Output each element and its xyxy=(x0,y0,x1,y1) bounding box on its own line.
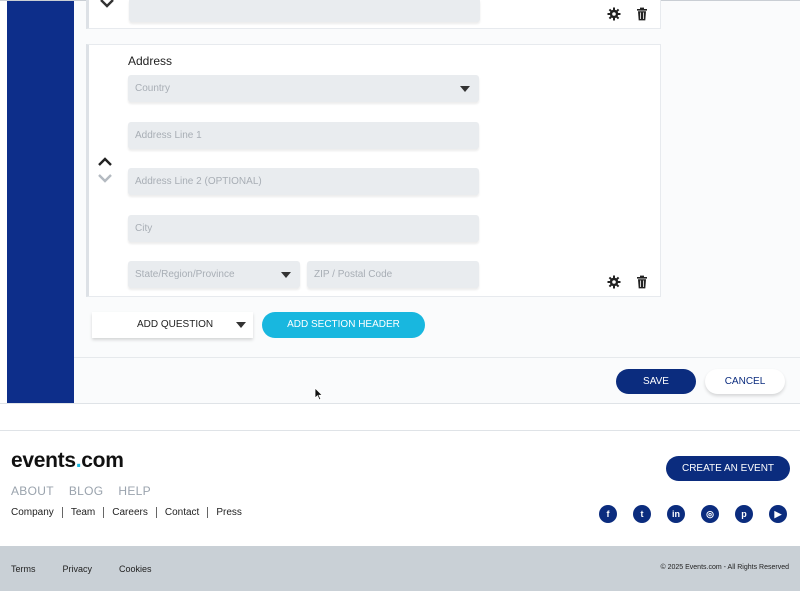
legal-links: Terms Privacy Cookies xyxy=(11,564,152,574)
instagram-icon[interactable]: ◎ xyxy=(701,505,719,523)
address-line-1-placeholder: Address Line 1 xyxy=(135,130,202,141)
mouse-cursor-icon xyxy=(314,387,324,401)
logo-text: events xyxy=(11,449,76,472)
events-logo[interactable]: events.com xyxy=(11,449,124,473)
trash-icon[interactable] xyxy=(635,7,649,21)
footer-main-nav: ABOUT BLOG HELP xyxy=(11,484,151,498)
add-question-dropdown[interactable]: ADD QUESTION xyxy=(92,312,253,338)
twitter-icon[interactable]: t xyxy=(633,505,651,523)
caret-down-icon xyxy=(236,322,246,328)
privacy-link[interactable]: Privacy xyxy=(63,564,93,574)
divider xyxy=(74,357,800,358)
copyright-text: © 2025 Events.com - All Rights Reserved xyxy=(660,564,790,571)
chevron-down-icon[interactable] xyxy=(97,173,113,183)
add-question-label: ADD QUESTION xyxy=(137,319,214,330)
cancel-button[interactable]: CANCEL xyxy=(705,369,785,394)
caret-down-icon xyxy=(460,86,470,92)
footer-link-team[interactable]: Team xyxy=(61,507,103,518)
footer-link-contact[interactable]: Contact xyxy=(155,507,207,518)
legal-bar: Terms Privacy Cookies © 2025 Events.com … xyxy=(0,546,800,591)
address-question-card: Address Country Address Line 1 Address L… xyxy=(86,44,661,297)
city-placeholder: City xyxy=(135,223,153,234)
city-field[interactable]: City xyxy=(128,215,479,242)
footer-link-about[interactable]: ABOUT xyxy=(11,484,54,498)
caret-down-icon xyxy=(281,272,291,278)
divider xyxy=(0,430,800,431)
cookies-link[interactable]: Cookies xyxy=(119,564,152,574)
address-title: Address xyxy=(128,54,173,68)
state-placeholder: State/Region/Province xyxy=(135,269,235,280)
zip-placeholder: ZIP / Postal Code xyxy=(314,269,393,280)
trash-icon[interactable] xyxy=(635,275,649,289)
gear-icon[interactable] xyxy=(607,275,621,289)
question-card-previous xyxy=(86,0,661,29)
save-button[interactable]: SAVE xyxy=(616,369,696,394)
form-builder: Address Country Address Line 1 Address L… xyxy=(0,0,800,404)
address-line-1-field[interactable]: Address Line 1 xyxy=(128,122,479,149)
address-line-2-placeholder: Address Line 2 (OPTIONAL) xyxy=(135,176,262,187)
state-select[interactable]: State/Region/Province xyxy=(128,261,300,288)
page: Address Country Address Line 1 Address L… xyxy=(0,0,800,591)
footer-link-blog[interactable]: BLOG xyxy=(69,484,104,498)
facebook-icon[interactable]: f xyxy=(599,505,617,523)
terms-link[interactable]: Terms xyxy=(11,564,36,574)
country-select[interactable]: Country xyxy=(128,75,479,102)
logo-text: com xyxy=(81,449,124,472)
linkedin-icon[interactable]: in xyxy=(667,505,685,523)
footer-link-company[interactable]: Company xyxy=(11,507,62,518)
previous-field[interactable] xyxy=(129,0,480,22)
footer-link-careers[interactable]: Careers xyxy=(103,507,156,518)
footer-link-help[interactable]: HELP xyxy=(118,484,151,498)
social-links: f t in ◎ p ▶ xyxy=(599,505,787,523)
country-placeholder: Country xyxy=(135,83,171,94)
youtube-icon[interactable]: ▶ xyxy=(769,505,787,523)
create-event-button[interactable]: CREATE AN EVENT xyxy=(666,456,790,481)
footer-sub-nav: Company Team Careers Contact Press xyxy=(11,507,250,518)
add-section-header-button[interactable]: ADD SECTION HEADER xyxy=(262,312,425,338)
address-line-2-field[interactable]: Address Line 2 (OPTIONAL) xyxy=(128,168,479,195)
footer-link-press[interactable]: Press xyxy=(207,507,250,518)
sidebar xyxy=(7,1,74,404)
chevron-down-icon[interactable] xyxy=(99,0,115,8)
chevron-up-icon[interactable] xyxy=(97,157,113,167)
divider xyxy=(0,403,800,404)
pinterest-icon[interactable]: p xyxy=(735,505,753,523)
zip-field[interactable]: ZIP / Postal Code xyxy=(307,261,479,288)
gear-icon[interactable] xyxy=(607,7,621,21)
